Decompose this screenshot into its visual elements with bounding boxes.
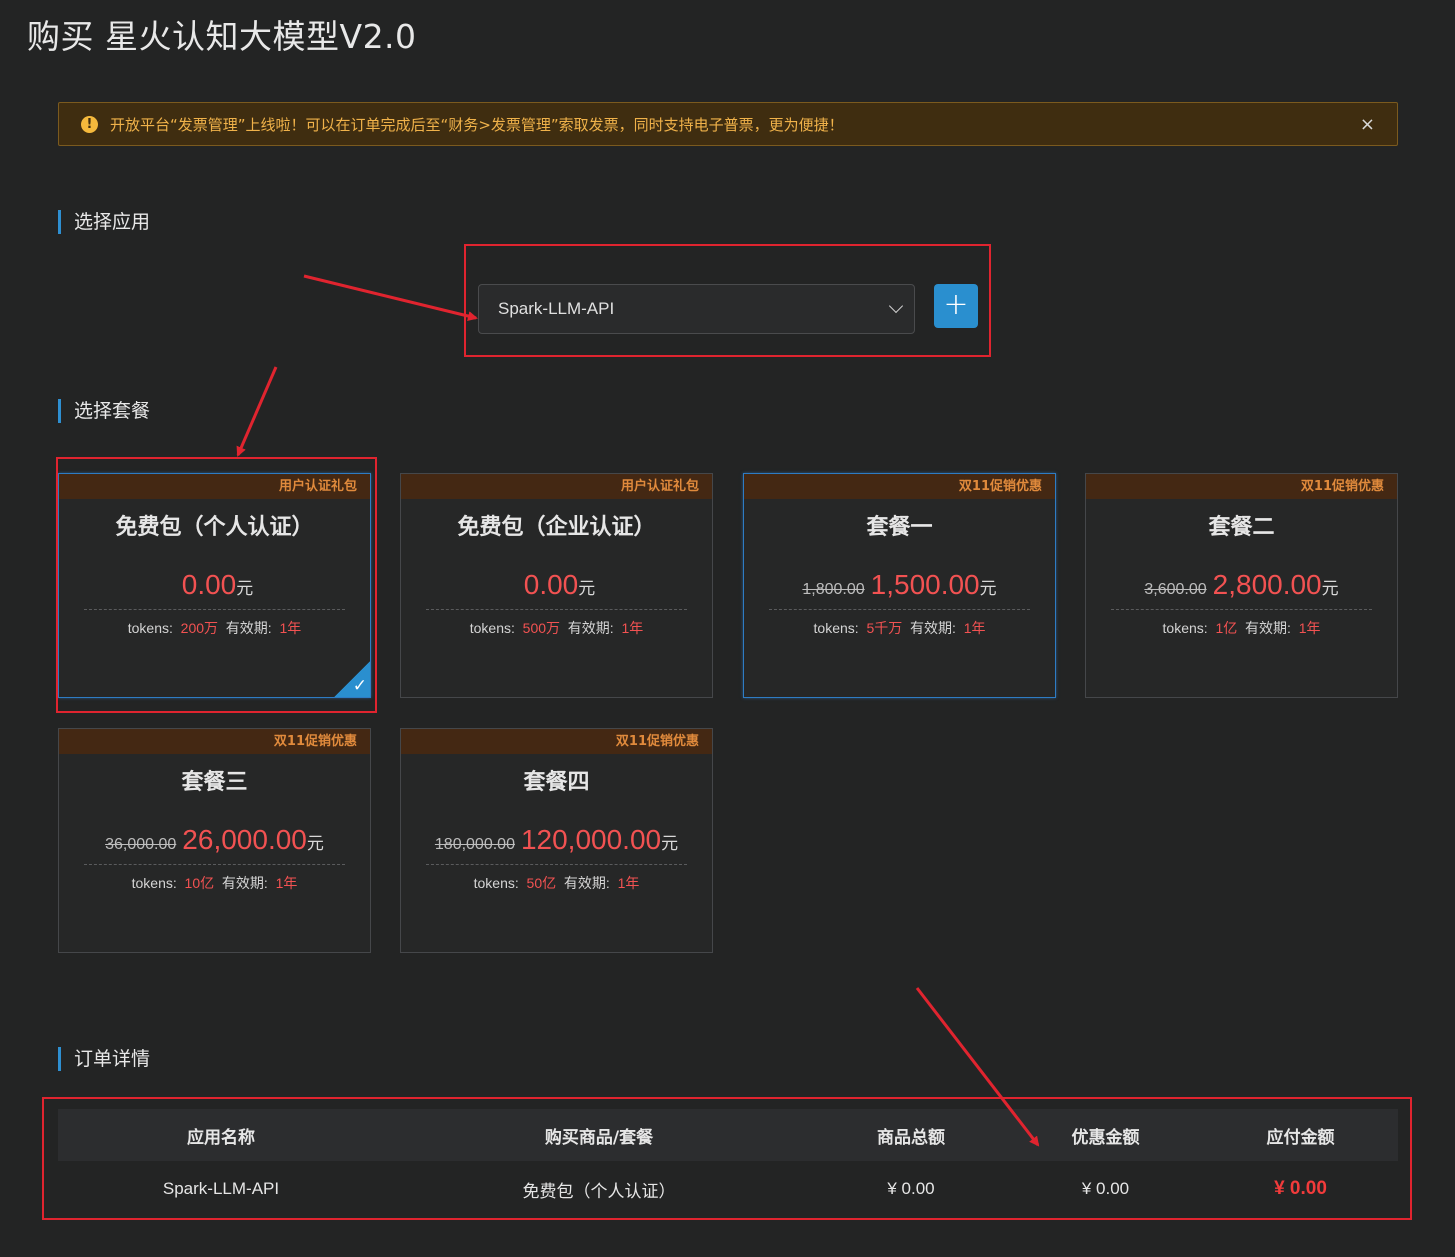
package-name: 套餐四	[523, 770, 590, 795]
package-orig-price: 1,800.00	[802, 581, 865, 598]
tokens-value: 50亿	[526, 875, 557, 891]
validity-label: 有效期:	[563, 875, 610, 891]
add-app-button[interactable]: +	[934, 284, 978, 328]
package-card-1[interactable]: 用户认证礼包 免费包（企业认证） 0.00元 tokens: 500万 有效期:…	[400, 473, 713, 698]
notice-text: 开放平台“发票管理”上线啦！可以在订单完成后至“财务>发票管理”索取发票，同时支…	[110, 115, 844, 134]
package-card-2[interactable]: 双11促销优惠 套餐一 1,800.00 1,500.00元 tokens: 5千…	[743, 473, 1056, 698]
validity-value: 1年	[1298, 620, 1321, 636]
validity-label: 有效期:	[910, 620, 956, 636]
app-select-value: Spark-LLM-API	[498, 299, 615, 318]
package-price: 26,000.00	[182, 824, 307, 855]
package-unit: 元	[578, 579, 596, 598]
package-orig-price: 36,000.00	[105, 836, 177, 853]
validity-value: 1年	[621, 620, 644, 636]
package-tag: 双11促销优惠	[744, 474, 1055, 499]
divider	[769, 609, 1030, 610]
package-name: 免费包（企业认证）	[457, 515, 656, 540]
package-tag: 用户认证礼包	[401, 474, 712, 499]
package-unit: 元	[661, 834, 679, 853]
chevron-down-icon	[888, 298, 904, 314]
tokens-label: tokens:	[469, 620, 515, 636]
package-price: 2,800.00	[1212, 569, 1322, 600]
validity-label: 有效期:	[1245, 620, 1291, 636]
package-card-4[interactable]: 双11促销优惠 套餐三 36,000.00 26,000.00元 tokens: …	[58, 728, 371, 953]
package-unit: 元	[979, 579, 997, 598]
warning-icon: !	[81, 115, 98, 133]
annotation-box-package	[56, 457, 377, 713]
tokens-label: tokens:	[1162, 620, 1208, 636]
package-orig-price: 3,600.00	[1144, 581, 1207, 598]
package-tag: 双11促销优惠	[59, 729, 370, 754]
package-price: 1,500.00	[870, 569, 980, 600]
arrow-to-select	[303, 274, 478, 321]
page-title: 购买 星火认知大模型V2.0	[27, 17, 417, 56]
tokens-value: 500万	[522, 620, 561, 636]
tokens-label: tokens:	[473, 875, 519, 891]
app-select[interactable]: Spark-LLM-API	[478, 284, 915, 334]
annotation-box-order	[42, 1097, 1412, 1220]
validity-value: 1年	[275, 875, 298, 891]
divider	[426, 609, 687, 610]
package-tag: 双11促销优惠	[1086, 474, 1397, 499]
divider	[426, 864, 687, 865]
package-card-5[interactable]: 双11促销优惠 套餐四 180,000.00 120,000.00元 tokens…	[400, 728, 713, 953]
package-unit: 元	[306, 834, 324, 853]
package-tag: 双11促销优惠	[401, 729, 712, 754]
divider	[1111, 609, 1372, 610]
validity-value: 1年	[617, 875, 640, 891]
package-name: 套餐三	[181, 770, 248, 795]
package-name: 套餐一	[866, 515, 933, 540]
tokens-value: 1亿	[1215, 620, 1238, 636]
section-title-app: 选择应用	[58, 210, 150, 234]
tokens-value: 5千万	[866, 620, 903, 636]
package-unit: 元	[1321, 579, 1339, 598]
notice-banner: ! 开放平台“发票管理”上线啦！可以在订单完成后至“财务>发票管理”索取发票，同…	[58, 102, 1398, 146]
package-orig-price: 180,000.00	[434, 836, 515, 853]
validity-label: 有效期:	[567, 620, 614, 636]
arrow-to-package	[236, 366, 278, 457]
tokens-label: tokens:	[813, 620, 859, 636]
package-price: 120,000.00	[520, 824, 662, 855]
validity-label: 有效期:	[221, 875, 268, 891]
validity-value: 1年	[963, 620, 986, 636]
close-icon[interactable]: ×	[1360, 114, 1375, 135]
tokens-label: tokens:	[131, 875, 177, 891]
package-card-3[interactable]: 双11促销优惠 套餐二 3,600.00 2,800.00元 tokens: 1亿…	[1085, 473, 1398, 698]
divider	[84, 864, 345, 865]
tokens-value: 10亿	[184, 875, 215, 891]
package-name: 套餐二	[1208, 515, 1275, 540]
section-title-package: 选择套餐	[58, 399, 150, 423]
section-title-order: 订单详情	[58, 1047, 150, 1071]
package-price: 0.00	[523, 569, 579, 600]
